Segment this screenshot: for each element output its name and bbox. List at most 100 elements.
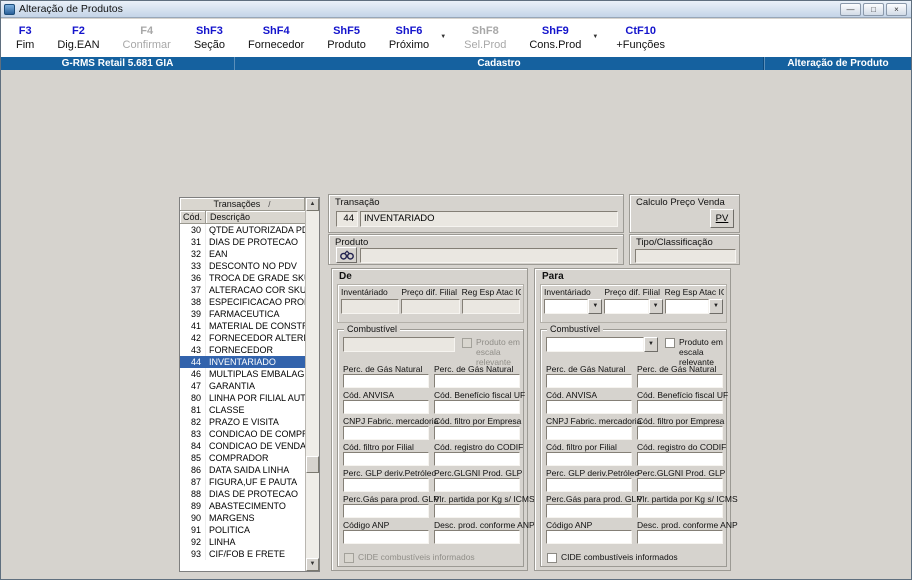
scroll-up-icon[interactable]: ▲ bbox=[306, 198, 319, 211]
toolbar-button[interactable]: ShF6 Próximo ▼ bbox=[379, 21, 446, 55]
para-top-combo[interactable]: ▼ bbox=[664, 299, 723, 314]
table-row[interactable]: 81 CLASSE bbox=[180, 404, 305, 416]
table-row[interactable]: 47 GARANTIA bbox=[180, 380, 305, 392]
de-escala-checkbox[interactable]: Produto em escala relevante bbox=[462, 337, 520, 367]
para-fuel-field[interactable] bbox=[637, 504, 723, 518]
toolbar-button[interactable]: ShF5 Produto ▼ bbox=[317, 21, 376, 55]
para-fuel-field[interactable] bbox=[637, 400, 723, 414]
table-row[interactable]: 91 POLITICA bbox=[180, 524, 305, 536]
para-fuel-field[interactable] bbox=[546, 530, 632, 544]
scrollbar-thumb[interactable] bbox=[306, 456, 319, 473]
de-fuel-field[interactable] bbox=[343, 426, 429, 440]
de-fuel-field[interactable] bbox=[434, 452, 520, 466]
table-row[interactable]: 87 FIGURA,UF E PAUTA bbox=[180, 476, 305, 488]
table-row[interactable]: 42 FORNECEDOR ALTERNATIV bbox=[180, 332, 305, 344]
de-fuel-field[interactable] bbox=[343, 504, 429, 518]
column-header-desc[interactable]: Descrição bbox=[206, 211, 305, 224]
chevron-down-icon[interactable]: ▼ bbox=[588, 299, 603, 314]
table-row[interactable]: 41 MATERIAL DE CONSTRUCA bbox=[180, 320, 305, 332]
para-fuel-field[interactable] bbox=[637, 478, 723, 492]
table-row[interactable]: 31 DIAS DE PROTECAO bbox=[180, 236, 305, 248]
para-cide-checkbox[interactable]: CIDE combustíveis informados bbox=[547, 552, 678, 563]
table-row[interactable]: 88 DIAS DE PROTECAO bbox=[180, 488, 305, 500]
toolbar-button[interactable]: CtF10 +Funções ▼ bbox=[606, 21, 675, 55]
table-row[interactable]: 44 INVENTARIADO bbox=[180, 356, 305, 368]
de-fuel-field[interactable] bbox=[434, 374, 520, 388]
de-fuel-field[interactable] bbox=[343, 530, 429, 544]
table-row[interactable]: 85 COMPRADOR bbox=[180, 452, 305, 464]
toolbar-button[interactable]: ShF4 Fornecedor ▼ bbox=[238, 21, 314, 55]
toolbar-button[interactable]: ShF9 Cons.Prod ▼ bbox=[519, 21, 598, 55]
para-fuel-field[interactable] bbox=[546, 426, 632, 440]
table-row[interactable]: 86 DATA SAIDA LINHA bbox=[180, 464, 305, 476]
para-top-combo[interactable]: ▼ bbox=[544, 299, 603, 314]
table-row[interactable]: 93 CIF/FOB E FRETE bbox=[180, 548, 305, 560]
table-row[interactable]: 43 FORNECEDOR bbox=[180, 344, 305, 356]
para-fuel-field[interactable] bbox=[637, 374, 723, 388]
para-fuel-field[interactable] bbox=[546, 400, 632, 414]
chevron-down-icon[interactable]: ▼ bbox=[592, 34, 598, 40]
de-fuel-field[interactable] bbox=[343, 400, 429, 414]
table-row[interactable]: 92 LINHA bbox=[180, 536, 305, 548]
table-row[interactable]: 46 MULTIPLAS EMBALAGEN bbox=[180, 368, 305, 380]
table-row[interactable]: 38 ESPECIFICACAO PRODUTO bbox=[180, 296, 305, 308]
para-fuel-field[interactable] bbox=[637, 530, 723, 544]
scroll-down-icon[interactable]: ▼ bbox=[306, 558, 319, 571]
de-fuel-field[interactable] bbox=[434, 504, 520, 518]
chevron-down-icon[interactable]: ▼ bbox=[644, 337, 658, 352]
para-fuel-field[interactable] bbox=[637, 426, 723, 440]
de-combustivel-field[interactable] bbox=[343, 337, 455, 352]
table-row[interactable]: 36 TROCA DE GRADE SKU bbox=[180, 272, 305, 284]
maximize-button[interactable]: □ bbox=[863, 2, 884, 16]
vertical-scrollbar[interactable]: ▲ ▼ bbox=[305, 198, 319, 571]
table-row[interactable]: 39 FARMACEUTICA bbox=[180, 308, 305, 320]
chevron-down-icon[interactable]: ▼ bbox=[648, 299, 663, 314]
toolbar-button[interactable]: ShF3 Seção ▼ bbox=[184, 21, 235, 55]
de-fuel-field[interactable] bbox=[434, 400, 520, 414]
para-fuel-field[interactable] bbox=[546, 374, 632, 388]
chevron-down-icon[interactable]: ▼ bbox=[440, 34, 446, 40]
de-fuel-field[interactable] bbox=[434, 478, 520, 492]
para-fuel-field[interactable] bbox=[546, 504, 632, 518]
table-row[interactable]: 84 CONDICAO DE VENDA bbox=[180, 440, 305, 452]
de-cide-checkbox[interactable]: CIDE combustíveis informados bbox=[344, 552, 475, 563]
toolbar-button[interactable]: F4 Confirmar ▼ bbox=[113, 21, 181, 55]
minimize-button[interactable]: — bbox=[840, 2, 861, 16]
table-row[interactable]: 33 DESCONTO NO PDV bbox=[180, 260, 305, 272]
de-fuel-field[interactable] bbox=[343, 478, 429, 492]
pv-button[interactable]: PV bbox=[710, 209, 734, 228]
chevron-down-icon[interactable]: ▼ bbox=[708, 299, 723, 314]
de-top-field[interactable] bbox=[401, 299, 460, 314]
tipo-classificacao-field[interactable] bbox=[635, 249, 736, 263]
toolbar-button[interactable]: ShF8 Sel.Prod ▼ bbox=[454, 21, 516, 55]
para-combustivel-combo[interactable]: ▼ bbox=[546, 337, 658, 352]
para-fuel-field[interactable] bbox=[546, 478, 632, 492]
para-fuel-field[interactable] bbox=[546, 452, 632, 466]
toolbar-button[interactable]: F3 Fim ▼ bbox=[6, 21, 44, 55]
de-fuel-field[interactable] bbox=[343, 374, 429, 388]
para-top-combo[interactable]: ▼ bbox=[604, 299, 663, 314]
de-top-field[interactable] bbox=[461, 299, 520, 314]
de-fuel-field[interactable] bbox=[343, 452, 429, 466]
table-row[interactable]: 80 LINHA POR FILIAL AUTO bbox=[180, 392, 305, 404]
transacao-code-field[interactable]: 44 bbox=[336, 211, 358, 227]
table-row[interactable]: 37 ALTERACAO COR SKU bbox=[180, 284, 305, 296]
search-product-button[interactable] bbox=[336, 247, 357, 263]
de-fuel-field[interactable] bbox=[434, 426, 520, 440]
table-row[interactable]: 82 PRAZO E VISITA bbox=[180, 416, 305, 428]
table-row[interactable]: 30 QTDE AUTORIZADA PDV bbox=[180, 224, 305, 236]
transacao-name-field[interactable]: INVENTARIADO bbox=[360, 211, 618, 227]
column-header-code[interactable]: Cód. bbox=[180, 211, 206, 224]
produto-field[interactable] bbox=[360, 248, 618, 263]
table-row[interactable]: 83 CONDICAO DE COMPRA bbox=[180, 428, 305, 440]
table-row[interactable]: 89 ABASTECIMENTO bbox=[180, 500, 305, 512]
transactions-list-title[interactable]: Transações / bbox=[180, 198, 305, 211]
table-row[interactable]: 90 MARGENS bbox=[180, 512, 305, 524]
table-row[interactable]: 32 EAN bbox=[180, 248, 305, 260]
close-button[interactable]: × bbox=[886, 2, 907, 16]
de-fuel-field[interactable] bbox=[434, 530, 520, 544]
para-escala-checkbox[interactable]: Produto em escala relevante bbox=[665, 337, 723, 367]
de-top-field[interactable] bbox=[341, 299, 400, 314]
toolbar-button[interactable]: F2 Dig.EAN ▼ bbox=[47, 21, 109, 55]
para-fuel-field[interactable] bbox=[637, 452, 723, 466]
